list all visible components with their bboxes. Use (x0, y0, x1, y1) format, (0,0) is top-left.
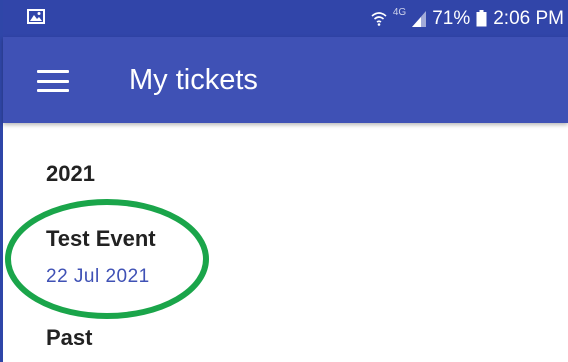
menu-line-middle (37, 79, 69, 83)
wifi-icon (371, 11, 387, 26)
status-bar: 4G 71% 2:06 PM (3, 0, 568, 37)
app-screen: 4G 71% 2:06 PM My tickets 2021 Test Even… (0, 0, 568, 362)
section-heading-year: 2021 (46, 161, 95, 186)
page-title: My tickets (129, 64, 258, 96)
clock-time: 2:06 PM (493, 8, 564, 29)
ticket-list-item[interactable]: Test Event 22 Jul 2021 (46, 226, 246, 290)
menu-line-bottom (37, 89, 69, 92)
battery-icon (476, 10, 487, 27)
network-type-label: 4G (392, 7, 407, 18)
app-bar: My tickets (3, 37, 568, 123)
ticket-event-name: Test Event (46, 226, 156, 251)
ticket-event-date: 22 Jul 2021 (46, 266, 150, 287)
hamburger-menu-icon[interactable] (33, 65, 73, 97)
status-right-group: 4G 71% 2:06 PM (371, 0, 568, 37)
menu-line-top (37, 70, 69, 73)
tickets-content: 2021 Test Event 22 Jul 2021 Past (3, 123, 568, 362)
battery-percent: 71% (432, 8, 471, 29)
image-icon (27, 9, 45, 24)
signal-icon (412, 10, 427, 27)
section-heading-past: Past (46, 325, 93, 350)
